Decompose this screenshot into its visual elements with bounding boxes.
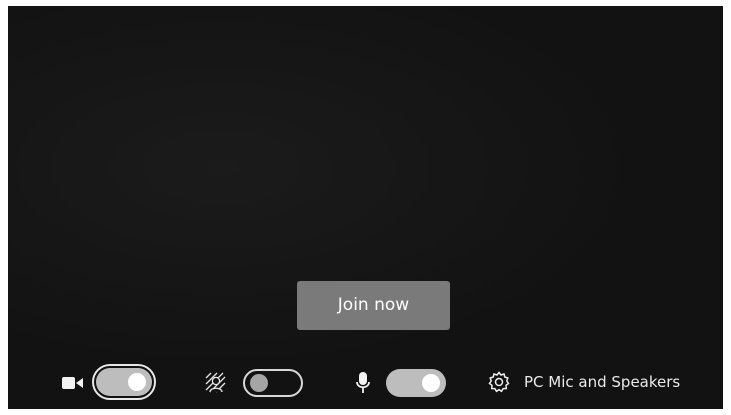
camera-icon xyxy=(62,375,84,395)
camera-toggle-knob xyxy=(128,373,146,391)
microphone-toggle-knob xyxy=(422,374,440,392)
background-effects-icon xyxy=(205,372,227,398)
microphone-icon xyxy=(355,371,371,399)
background-effects-toggle[interactable] xyxy=(243,369,303,397)
audio-device-label[interactable]: PC Mic and Speakers xyxy=(524,372,680,392)
join-now-button[interactable]: Join now xyxy=(297,281,450,330)
background-effects-toggle-knob xyxy=(250,374,268,392)
meeting-prejoin-screen: Join now PC Mic and Speakers xyxy=(8,6,723,409)
microphone-toggle[interactable] xyxy=(386,369,446,397)
gear-icon[interactable] xyxy=(488,371,510,397)
camera-toggle[interactable] xyxy=(92,364,156,400)
device-controls-bar: PC Mic and Speakers xyxy=(8,361,723,403)
video-preview xyxy=(8,6,723,409)
